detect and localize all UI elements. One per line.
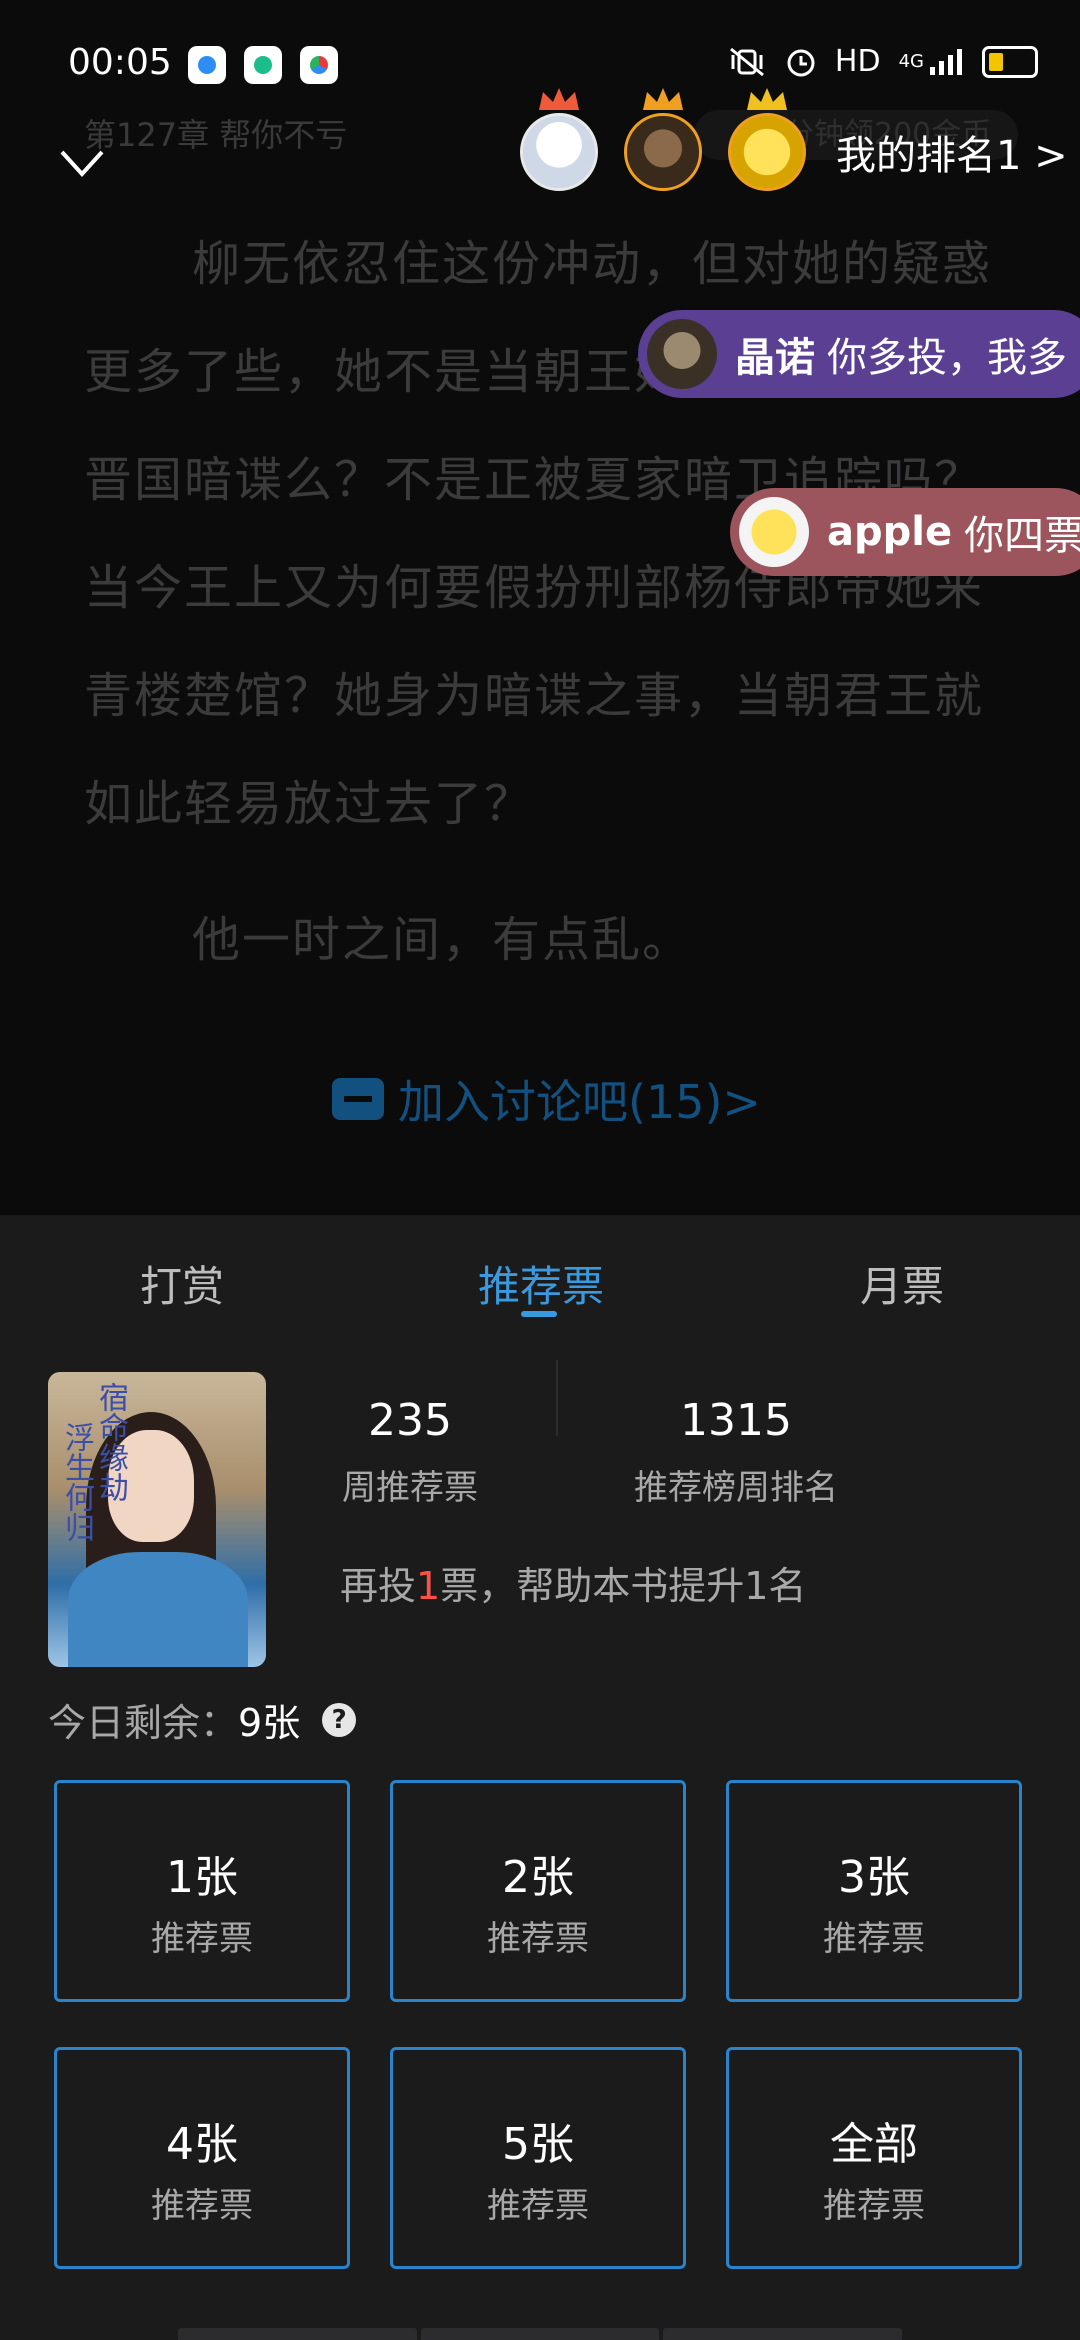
app-notification-icon <box>244 46 282 84</box>
status-time: 00:05 <box>68 42 172 83</box>
crown-icon <box>539 88 579 110</box>
app-notification-icon <box>188 46 226 84</box>
danmaku-avatar <box>647 319 717 389</box>
tab-recommend-ticket[interactable]: 推荐票 <box>478 1253 604 1314</box>
danmaku-avatar <box>739 497 809 567</box>
remaining-value: 9张 <box>238 1701 301 1745</box>
book-cover: 宿命缘劫 浮生何归 <box>48 1372 266 1667</box>
vibrate-icon <box>729 47 764 76</box>
remaining-tickets: 今日剩余： 9张 ? <box>48 1692 357 1747</box>
crown-icon <box>747 88 787 110</box>
fan-rank-strip[interactable]: 我的排名1 > <box>520 88 1068 202</box>
crown-icon <box>643 88 683 110</box>
discussion-label: 加入讨论吧(15)> <box>398 1075 761 1129</box>
remaining-label: 今日剩余： <box>48 1701 239 1745</box>
danmaku-user: 晶诺 <box>735 335 815 381</box>
signal-icon <box>930 48 962 75</box>
top-fan-avatar[interactable] <box>520 88 598 191</box>
danmaku-bubble: 晶诺 你多投，我多 <box>638 310 1080 398</box>
my-rank-link[interactable]: 我的排名1 > <box>836 123 1068 181</box>
vote-sheet: 打赏 推荐票 月票 宿命缘劫 浮生何归 235 周推荐票 1315 推荐榜周排名… <box>0 1215 1080 2340</box>
danmaku-bubble: apple 你四票 <box>730 488 1080 576</box>
top-fan-avatar[interactable] <box>624 88 702 191</box>
battery-icon <box>982 45 1038 78</box>
comment-icon <box>332 1078 384 1120</box>
status-right: HD 4G <box>727 44 1038 79</box>
vote-option-2[interactable]: 2张 推荐票 <box>390 1780 686 2002</box>
vote-hint: 再投1票，帮助本书提升1名 <box>340 1564 807 1608</box>
tab-monthly-ticket[interactable]: 月票 <box>860 1253 944 1314</box>
danmaku-text: 你四票 <box>964 513 1080 559</box>
vote-option-4[interactable]: 4张 推荐票 <box>54 2047 350 2269</box>
help-icon[interactable]: ? <box>322 1702 357 1737</box>
chapter-title: 第127章 帮你不亏 <box>84 116 348 154</box>
danmaku-text: 你多投，我多 <box>827 335 1067 381</box>
cover-text: 浮生何归 <box>59 1422 94 1542</box>
chapter-paragraph: 他一时之间，有点乱。 <box>192 912 693 968</box>
top-fan-avatar[interactable] <box>728 88 806 191</box>
join-discussion-link[interactable]: 加入讨论吧(15)> <box>332 1066 761 1132</box>
notification-icons <box>188 46 338 84</box>
hint-highlight: 1 <box>416 1564 441 1608</box>
weekly-rank-value: 1315 <box>680 1395 792 1446</box>
chevron-down-icon[interactable] <box>58 148 106 180</box>
stat-divider <box>556 1360 558 1436</box>
danmaku-user: apple <box>827 509 953 555</box>
vote-option-1[interactable]: 1张 推荐票 <box>54 1780 350 2002</box>
vote-option-3[interactable]: 3张 推荐票 <box>726 1780 1022 2002</box>
weekly-rank-label: 推荐榜周排名 <box>634 1468 838 1508</box>
weekly-votes-value: 235 <box>368 1395 452 1446</box>
tab-tip[interactable]: 打赏 <box>140 1253 224 1314</box>
active-tab-indicator <box>521 1311 557 1317</box>
weekly-votes-label: 周推荐票 <box>342 1468 478 1508</box>
alarm-icon <box>787 49 815 76</box>
nav-gesture-bar <box>178 2328 903 2340</box>
vote-option-5[interactable]: 5张 推荐票 <box>390 2047 686 2269</box>
network-type: 4G <box>898 51 924 72</box>
hd-indicator: HD <box>834 44 881 79</box>
vote-option-all[interactable]: 全部 推荐票 <box>726 2047 1022 2269</box>
app-notification-icon <box>300 46 338 84</box>
